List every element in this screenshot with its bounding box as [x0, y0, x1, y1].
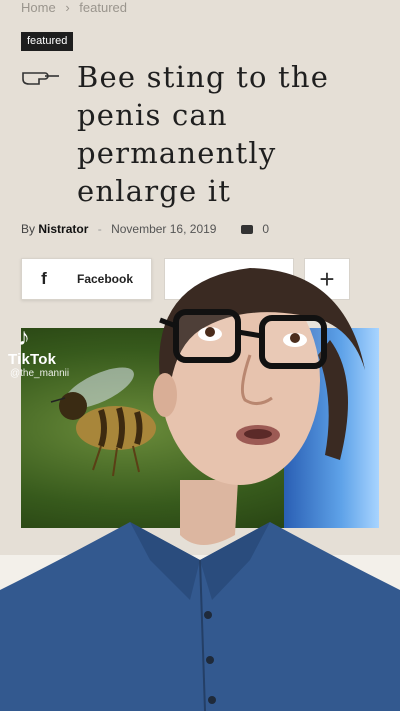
author-link[interactable]: Nistrator — [38, 222, 88, 236]
by-label: By — [21, 222, 36, 236]
article-title: Bee sting to the penis can permanently e… — [77, 60, 330, 208]
comments-link[interactable]: 0 — [241, 222, 269, 236]
comment-icon — [241, 225, 253, 234]
comment-count: 0 — [262, 222, 270, 236]
breadcrumb-current[interactable]: featured — [79, 0, 127, 15]
publish-date: November 16, 2019 — [111, 222, 217, 236]
person-overlay — [0, 268, 400, 711]
breadcrumb-separator: › — [65, 0, 70, 15]
category-tag[interactable]: featured — [21, 32, 74, 51]
meta-separator: - — [97, 222, 102, 236]
breadcrumb: Home › featured — [21, 0, 133, 15]
breadcrumb-home[interactable]: Home — [21, 0, 56, 15]
article-meta: By Nistrator - November 16, 2019 — [21, 222, 216, 236]
pointing-hand-icon — [22, 72, 59, 85]
